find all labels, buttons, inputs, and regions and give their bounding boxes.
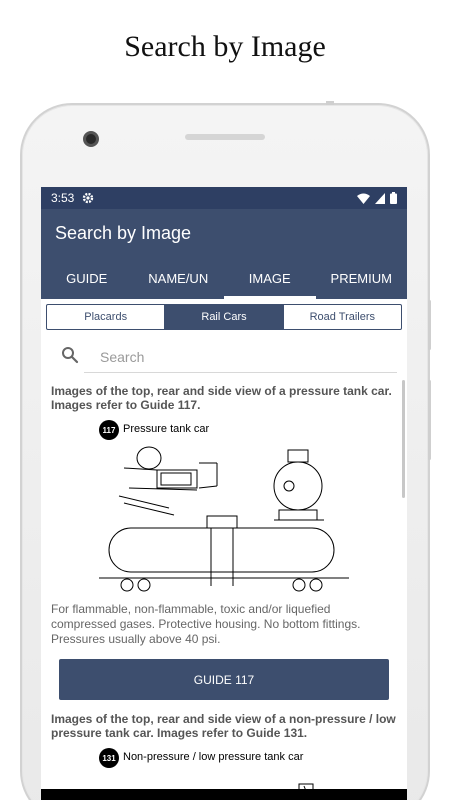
phone-side-button bbox=[428, 300, 431, 350]
phone-side-button bbox=[428, 380, 431, 460]
status-time: 3:53 bbox=[51, 191, 75, 205]
scrollbar[interactable] bbox=[402, 380, 405, 498]
card-caption: Images of the top, rear and side view of… bbox=[51, 384, 392, 412]
front-camera bbox=[83, 131, 99, 147]
guide-117-button[interactable]: GUIDE 117 bbox=[59, 659, 389, 700]
tab-name-un[interactable]: NAME/UN bbox=[133, 257, 225, 299]
phone-top-button bbox=[326, 101, 334, 105]
cellular-signal-icon bbox=[375, 192, 385, 204]
segment-road-trailers[interactable]: Road Trailers bbox=[284, 305, 401, 329]
tab-guide[interactable]: GUIDE bbox=[41, 257, 133, 299]
search-icon[interactable] bbox=[61, 346, 79, 364]
app-bar: Search by Image bbox=[41, 209, 407, 257]
result-card: Images of the top, rear and side view of… bbox=[41, 712, 407, 800]
results-list: Images of the top, rear and side view of… bbox=[41, 384, 407, 800]
category-segmented-control: Placards Rail Cars Road Trailers bbox=[46, 304, 402, 330]
search-input[interactable] bbox=[84, 341, 397, 373]
segment-rail-cars[interactable]: Rail Cars bbox=[165, 305, 284, 329]
tab-image[interactable]: IMAGE bbox=[224, 257, 316, 299]
segment-placards[interactable]: Placards bbox=[47, 305, 166, 329]
tank-car-diagram[interactable]: 117 Pressure tank car bbox=[99, 418, 349, 596]
system-nav-bar bbox=[41, 789, 407, 800]
battery-icon bbox=[390, 192, 397, 204]
speaker-slot bbox=[185, 134, 265, 140]
result-card: Images of the top, rear and side view of… bbox=[41, 384, 407, 700]
app-bar-title: Search by Image bbox=[55, 222, 192, 243]
card-caption: Images of the top, rear and side view of… bbox=[51, 712, 396, 740]
status-bar: 3:53 bbox=[41, 187, 407, 209]
search-bar bbox=[51, 330, 397, 380]
promo-title: Search by Image bbox=[124, 30, 326, 63]
tab-bar: GUIDE NAME/UN IMAGE PREMIUM bbox=[41, 257, 407, 299]
phone-screen: 3:53 Search by Image GUIDE NAME/UN IMAGE… bbox=[41, 187, 407, 800]
pressure-tank-car-drawing bbox=[99, 446, 349, 592]
wifi-icon bbox=[357, 193, 370, 204]
card-description: For flammable, non-flammable, toxic and/… bbox=[51, 602, 361, 646]
gear-icon bbox=[83, 192, 94, 204]
tab-premium[interactable]: PREMIUM bbox=[316, 257, 408, 299]
